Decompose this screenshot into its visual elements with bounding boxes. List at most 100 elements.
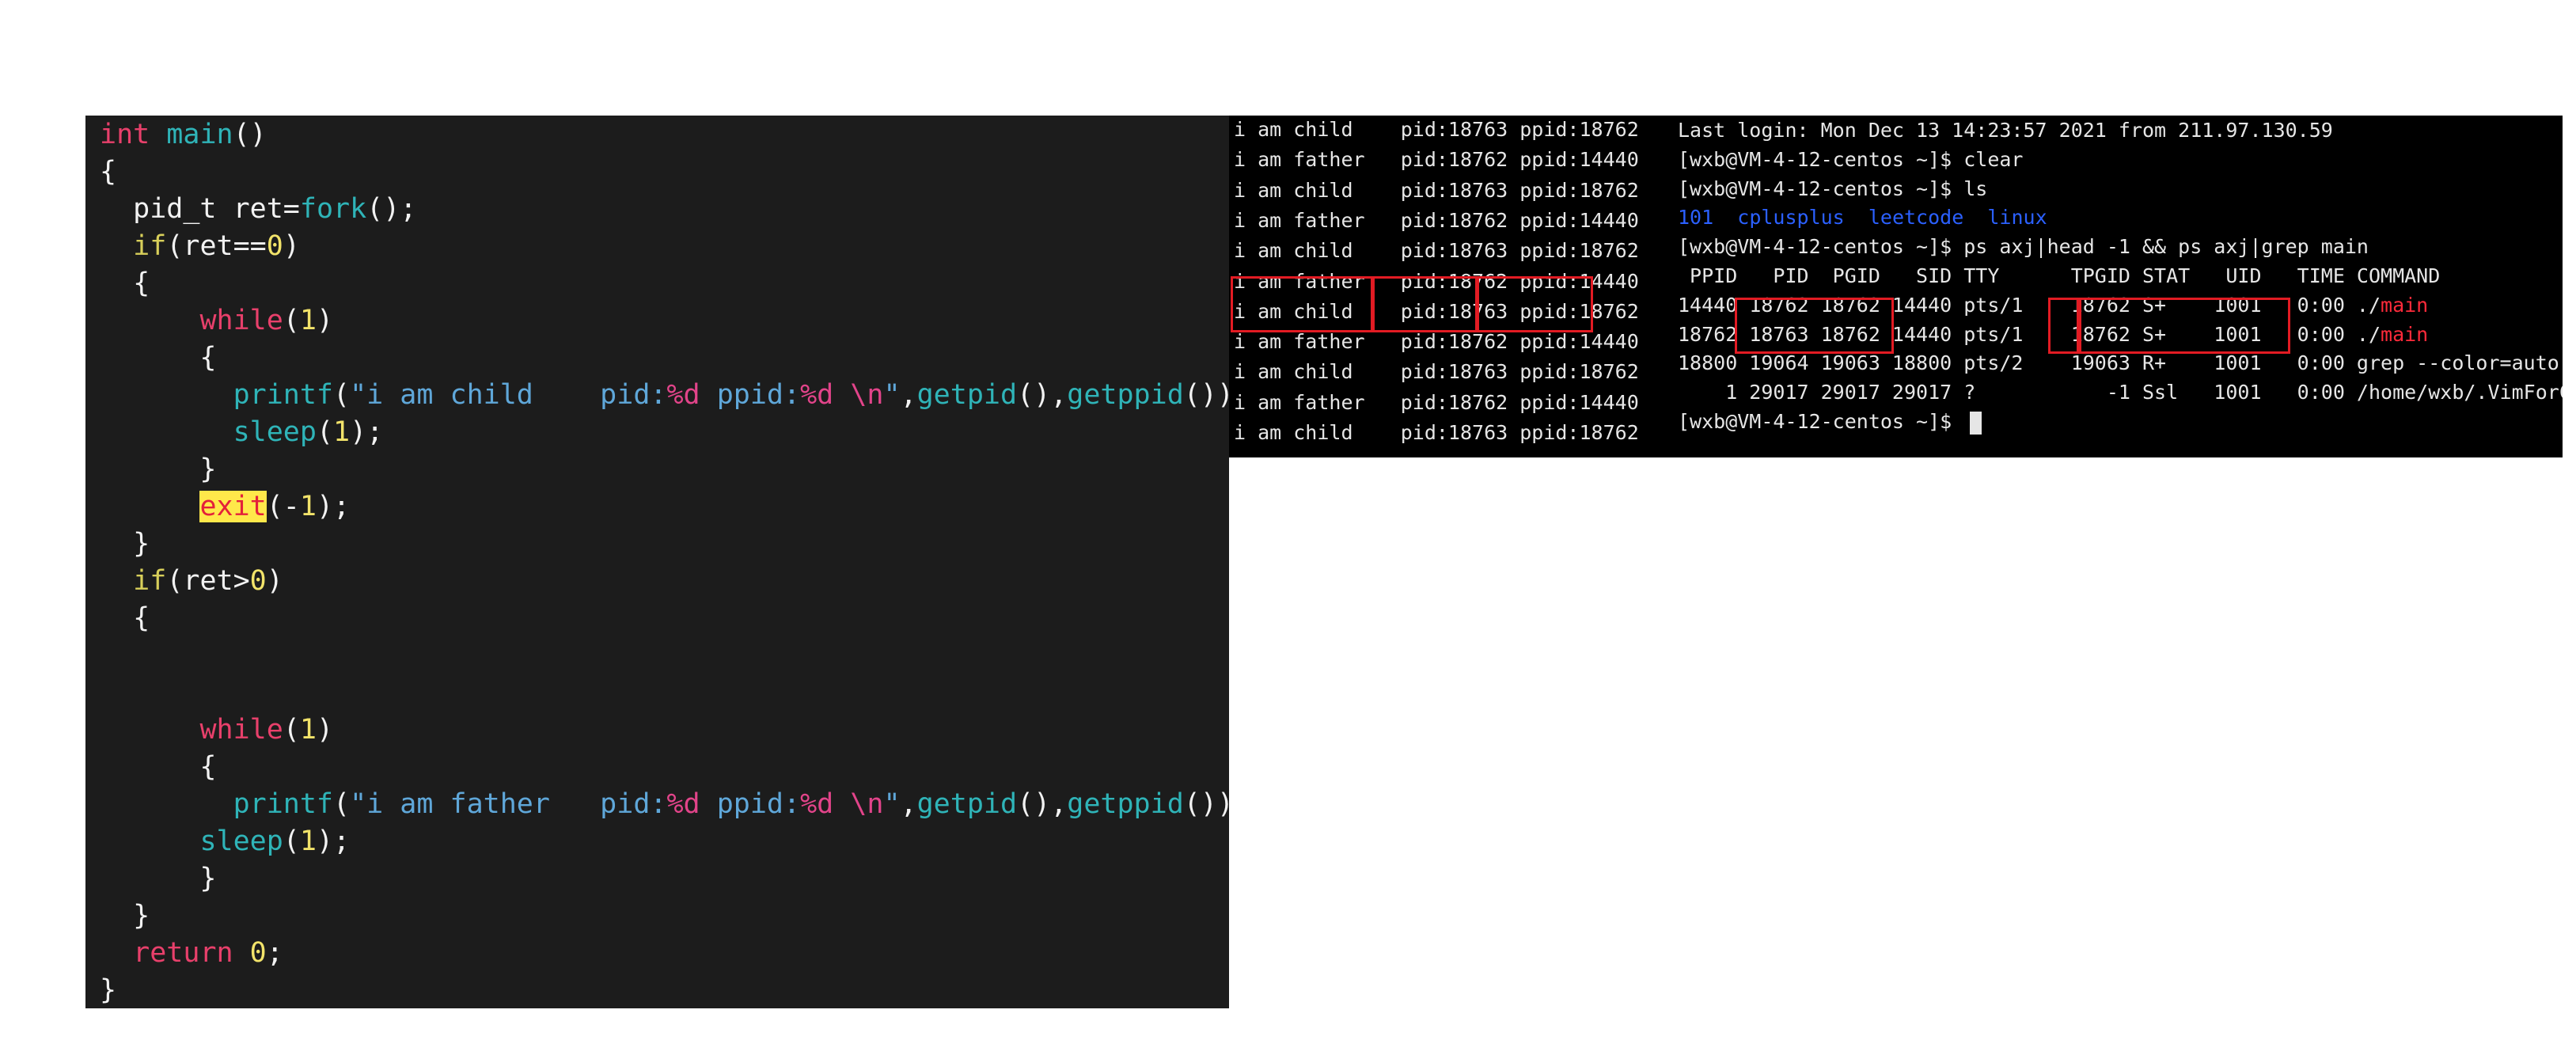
terminal-text: [wxb@VM-4-12-centos ~]$ ls: [1678, 176, 1988, 200]
code-token: %d: [666, 379, 700, 411]
code-token: fork: [299, 193, 367, 225]
code-token: ): [266, 565, 283, 597]
code-token: return: [133, 937, 233, 969]
code-token: "i am father pid:: [350, 788, 667, 820]
code-token: {: [100, 751, 217, 783]
output-line: i am child pid:18763 ppid:18762: [1234, 178, 1639, 202]
code-token: while: [199, 305, 283, 336]
highlight-box-ps-cmd: [2079, 298, 2290, 354]
code-token: pid_t ret=: [100, 193, 300, 225]
code-token: }: [100, 454, 217, 485]
code-token: 1: [299, 714, 317, 746]
code-token: "i am child pid:: [350, 379, 667, 411]
code-token: main: [166, 119, 233, 150]
code-token: );: [350, 416, 384, 448]
code-token: (),: [1017, 788, 1068, 820]
terminal-text: [wxb@VM-4-12-centos ~]$: [1678, 410, 1964, 433]
output-line: i am child pid:18763 ppid:18762: [1234, 360, 1639, 384]
terminal-text: PPID PID PGID SID TTY TPGID STAT UID TIM…: [1678, 264, 2441, 287]
code-token: ());: [1183, 379, 1229, 411]
code-token: (: [283, 826, 300, 857]
dir-listing-item: cplusplus: [1737, 206, 1845, 230]
code-token: {: [100, 602, 150, 634]
code-token: %d: [800, 379, 834, 411]
code-token: ppid:: [700, 379, 801, 411]
code-token: ,: [900, 379, 917, 411]
code-token: getpid: [916, 788, 1018, 820]
code-token: 1: [333, 416, 351, 448]
code-token: );: [316, 826, 351, 857]
code-line: {: [100, 599, 150, 638]
output-line: i am child pid:18763 ppid:18762: [1234, 421, 1639, 444]
code-line: while(1): [100, 711, 333, 750]
code-line: while(1): [100, 302, 333, 340]
terminal-line: PPID PID PGID SID TTY TPGID STAT UID TIM…: [1678, 261, 2440, 290]
terminal-line: Last login: Mon Dec 13 14:23:57 2021 fro…: [1678, 116, 2333, 145]
code-editor[interactable]: int main(){ pid_t ret=fork(); if(ret==0)…: [85, 116, 1229, 1008]
code-token: sleep: [233, 416, 317, 448]
terminal-text: [wxb@VM-4-12-centos ~]$ ps axj|head -1 &…: [1678, 235, 2369, 259]
code-line: }: [100, 860, 217, 898]
code-token: getpid: [916, 379, 1018, 411]
code-line: printf("i am child pid:%d ppid:%d \n",ge…: [100, 376, 1229, 415]
code-line: {: [100, 264, 150, 303]
code-line: }: [100, 450, 217, 489]
code-token: (),: [1017, 379, 1068, 411]
code-token: 0: [266, 230, 283, 262]
terminal-text: 18800 19064 19063 18800 pts/2 19063 R+ 1…: [1678, 351, 2563, 375]
code-token: (-: [266, 491, 300, 522]
code-line: printf("i am father pid:%d ppid:%d \n",g…: [100, 785, 1229, 824]
highlight-box-output-label: [1231, 276, 1373, 332]
code-line: if(ret>0): [100, 562, 283, 601]
code-token: }: [100, 900, 150, 932]
code-token: (: [283, 714, 300, 746]
code-token: %d: [800, 788, 834, 820]
code-line: }: [100, 525, 150, 564]
code-token: ;: [266, 937, 283, 969]
code-token: %d: [666, 788, 700, 820]
code-token: 1: [299, 826, 317, 857]
code-token: getppid: [1067, 788, 1184, 820]
terminal-line: [wxb@VM-4-12-centos ~]$: [1678, 407, 1982, 436]
code-token: (: [333, 788, 351, 820]
dir-listing-item: 101: [1678, 206, 1714, 230]
terminal-text: 1 29017 29017 29017 ? -1 Ssl 1001 0:00 /…: [1725, 381, 2563, 404]
highlight-box-ps-stat: [2048, 298, 2079, 354]
code-token: (: [283, 305, 300, 336]
code-token: }: [100, 863, 217, 894]
output-line: i am father pid:18762 ppid:14440: [1234, 148, 1639, 172]
code-token: ): [316, 714, 334, 746]
grep-match: main: [2381, 322, 2429, 346]
code-token: ();: [366, 193, 417, 225]
terminal-window[interactable]: i am child pid:18763 ppid:18762 i am fath…: [1229, 116, 2563, 457]
code-line: sleep(1);: [100, 413, 384, 452]
code-token: (ret==: [166, 230, 267, 262]
code-token: 0: [249, 565, 267, 597]
code-token: exit: [199, 491, 267, 522]
code-line: if(ret==0): [100, 227, 300, 266]
code-token: {: [100, 268, 150, 299]
code-line: sleep(1);: [100, 822, 350, 861]
output-line: i am father pid:18762 ppid:14440: [1234, 208, 1639, 232]
code-token: ppid:: [700, 788, 801, 820]
highlight-box-ps-pids: [1735, 298, 1894, 354]
code-token: }: [100, 974, 117, 1006]
terminal-line: [wxb@VM-4-12-centos ~]$ clear: [1678, 145, 2024, 174]
code-line: {: [100, 339, 216, 378]
code-line: pid_t ret=fork();: [100, 190, 416, 229]
grep-match: main: [2381, 293, 2429, 317]
terminal-cursor: [1970, 411, 1982, 435]
code-token: 1: [299, 491, 317, 522]
